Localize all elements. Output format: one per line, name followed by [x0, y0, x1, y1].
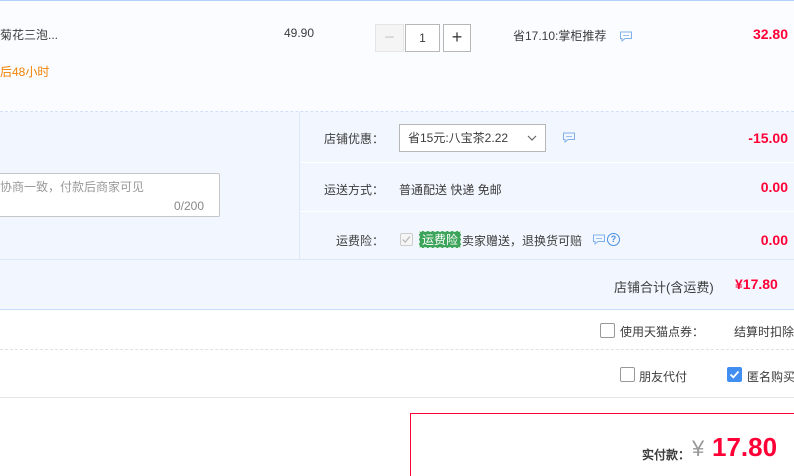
shop-coupon-label: 店铺优惠： — [324, 132, 385, 146]
divider — [300, 211, 794, 212]
chevron-down-icon — [527, 135, 537, 141]
friend-pay-label: 朋友代付 — [639, 370, 688, 384]
item-unit-price: 49.90 — [284, 26, 315, 40]
item-delivery-promise: 后48小时 — [0, 65, 50, 79]
item-discount: 省17.10:掌柜推荐 — [513, 29, 607, 43]
shop-total-label: 店铺合计(含运费) — [614, 280, 714, 295]
shipping-method: 普通配送 快递 免邮 — [399, 183, 502, 197]
insurance-amount: 0.00 — [760, 232, 788, 248]
message-char-count: 0/200 — [174, 199, 205, 213]
insurance-label: 运费险： — [336, 234, 385, 248]
divider — [0, 259, 794, 260]
item-title[interactable]: 菊花三泡... — [0, 26, 58, 43]
order-item-row — [0, 0, 794, 112]
shipping-label: 运送方式： — [324, 183, 385, 197]
check-icon — [729, 370, 740, 379]
chat-bubble-icon[interactable] — [592, 234, 606, 245]
message-placeholder: 协商一致，付款后商家可见 — [0, 180, 145, 194]
shipping-amount: 0.00 — [760, 179, 788, 195]
chat-bubble-icon[interactable] — [619, 31, 633, 42]
quantity-decrease-button[interactable]: − — [375, 24, 404, 52]
payment-amount: 17.80 — [712, 432, 778, 462]
payment-label: 实付款： — [642, 448, 691, 462]
tmall-points-label: 使用天猫点券： — [620, 325, 705, 339]
payment-currency: ¥ — [692, 436, 705, 461]
item-subtotal: 32.80 — [752, 26, 788, 42]
anonymous-checkbox[interactable] — [727, 367, 742, 382]
friend-pay-checkbox[interactable] — [620, 367, 635, 382]
insurance-checkbox — [400, 233, 413, 246]
shop-coupon-amount: -15.00 — [748, 130, 788, 146]
divider — [300, 162, 794, 163]
insurance-badge: 运费险 — [419, 231, 462, 248]
check-icon — [402, 236, 411, 243]
quantity-input[interactable]: 1 — [405, 24, 440, 52]
divider — [299, 112, 300, 259]
chat-bubble-icon[interactable] — [562, 132, 576, 143]
help-icon[interactable]: ? — [607, 233, 620, 246]
tmall-points-checkbox[interactable] — [600, 323, 615, 338]
quantity-increase-button[interactable]: + — [443, 24, 471, 52]
anonymous-label: 匿名购买 — [747, 370, 794, 384]
shop-coupon-selected: 省15元:八宝茶2.22 — [408, 131, 509, 145]
insurance-description: 卖家赠送，退换货可赔 — [462, 234, 583, 248]
shop-coupon-select[interactable]: 省15元:八宝茶2.22 — [399, 124, 546, 152]
shop-total-amount: ¥17.80 — [735, 276, 778, 292]
tmall-points-note: 结算时扣除 — [734, 325, 794, 339]
